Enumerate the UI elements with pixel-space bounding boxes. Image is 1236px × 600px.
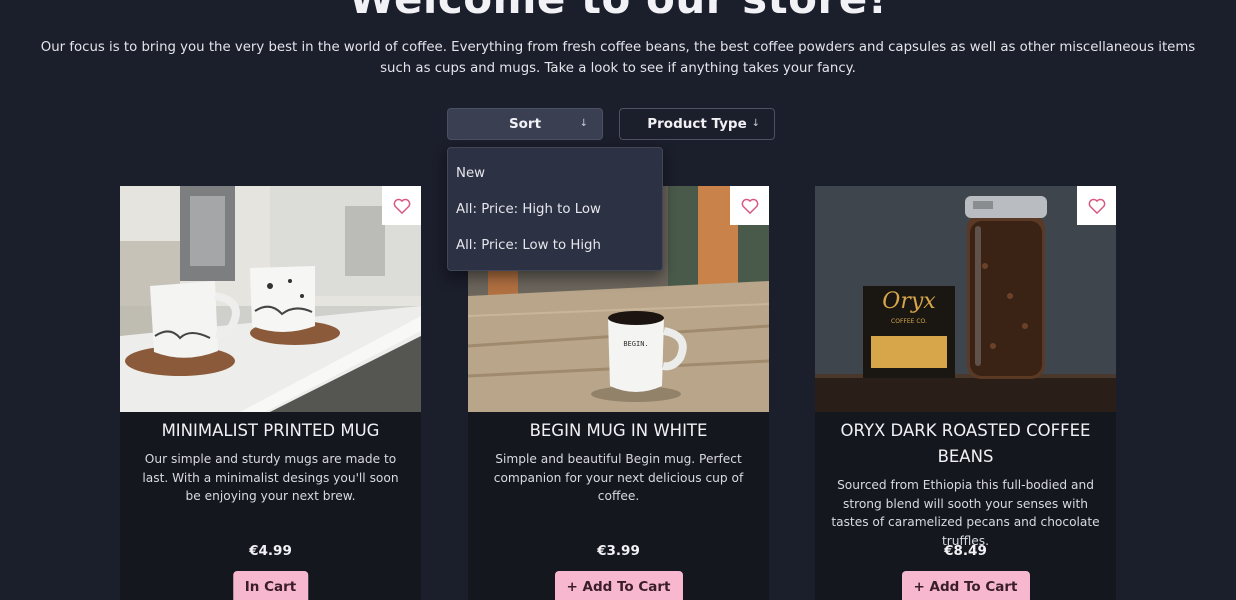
sort-option-price-low-high[interactable]: All: Price: Low to High bbox=[448, 232, 662, 268]
coffee-beans-photo: Oryx COFFEE CO. bbox=[815, 186, 1116, 412]
product-description: Our simple and sturdy mugs are made to l… bbox=[142, 452, 399, 503]
chevron-down-icon: ↓ bbox=[579, 118, 588, 129]
product-price: €8.49 bbox=[944, 543, 987, 559]
svg-text:COFFEE CO.: COFFEE CO. bbox=[891, 318, 927, 325]
product-type-label: Product Type bbox=[647, 116, 747, 132]
product-image bbox=[120, 186, 421, 412]
svg-text:Oryx: Oryx bbox=[882, 289, 936, 314]
sort-dropdown[interactable]: Sort ↓ bbox=[447, 108, 603, 140]
product-name: BEGIN MUG IN WHITE bbox=[529, 421, 708, 440]
product-description: Simple and beautiful Begin mug. Perfect … bbox=[493, 452, 744, 503]
heart-icon bbox=[393, 198, 410, 214]
product-price: €4.99 bbox=[249, 543, 292, 559]
page-title: Welcome to our store! bbox=[0, 0, 1236, 23]
add-to-cart-button[interactable]: + Add To Cart bbox=[901, 571, 1030, 600]
heart-icon bbox=[1088, 198, 1105, 214]
sort-label: Sort bbox=[508, 116, 542, 132]
product-price: €3.99 bbox=[597, 543, 640, 559]
favorite-button[interactable] bbox=[1077, 186, 1116, 225]
favorite-button[interactable] bbox=[730, 186, 769, 225]
svg-text:BEGIN.: BEGIN. bbox=[623, 340, 648, 348]
product-image: Oryx COFFEE CO. bbox=[815, 186, 1116, 412]
product-name: MINIMALIST PRINTED MUG bbox=[161, 421, 380, 440]
product-card: Oryx COFFEE CO. ORYX DARK ROASTED COFFEE… bbox=[815, 186, 1116, 600]
heart-icon bbox=[741, 198, 758, 214]
store-page: Welcome to our store! Our focus is to br… bbox=[0, 0, 1236, 600]
mugs-photo bbox=[120, 186, 421, 412]
sort-option-new[interactable]: New bbox=[448, 160, 662, 196]
product-name: ORYX DARK ROASTED COFFEE BEANS bbox=[840, 421, 1091, 466]
sort-option-price-high-low[interactable]: All: Price: High to Low bbox=[448, 196, 662, 232]
add-to-cart-button[interactable]: + Add To Cart bbox=[554, 571, 683, 600]
product-description: Sourced from Ethiopia this full-bodied a… bbox=[831, 478, 1100, 548]
chevron-down-icon: ↓ bbox=[751, 118, 760, 129]
product-type-dropdown[interactable]: Product Type ↓ bbox=[619, 108, 775, 140]
favorite-button[interactable] bbox=[382, 186, 421, 225]
product-card: MINIMALIST PRINTED MUG Our simple and st… bbox=[120, 186, 421, 600]
sort-menu: New All: Price: High to Low All: Price: … bbox=[447, 147, 663, 271]
filter-controls: Sort ↓ Product Type ↓ bbox=[447, 108, 775, 140]
in-cart-button[interactable]: In Cart bbox=[232, 571, 309, 600]
intro-text: Our focus is to bring you the very best … bbox=[40, 40, 1196, 76]
